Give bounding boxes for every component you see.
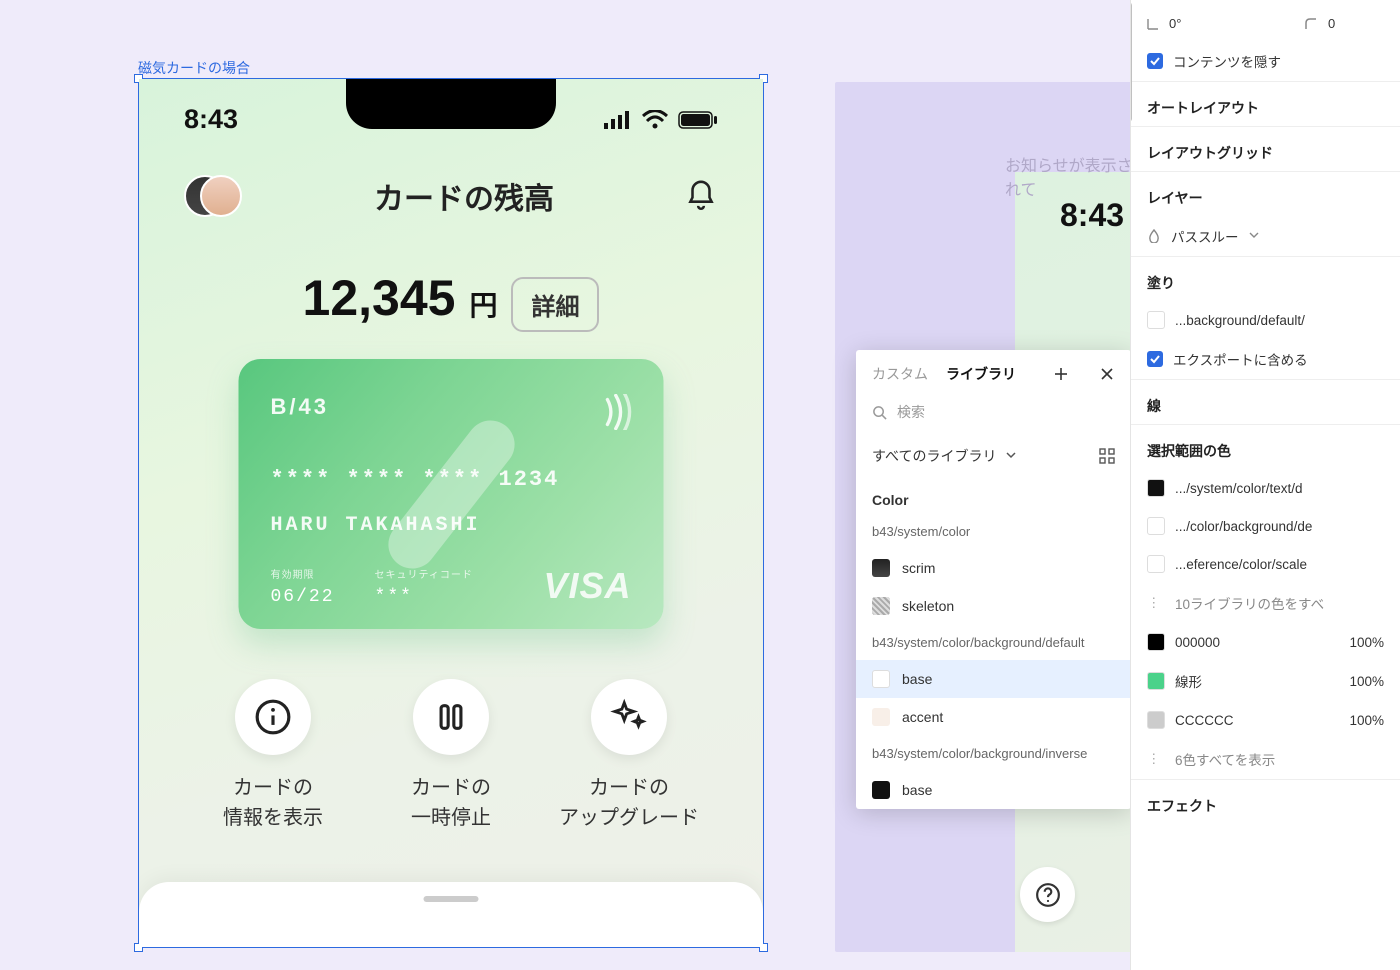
actions-row: カードの 情報を表示 カードの 一時停止 カードの アップグレード	[139, 679, 763, 833]
section-layer[interactable]: レイヤー	[1131, 171, 1400, 216]
lib-path-2: b43/system/color/background/default	[856, 625, 1131, 660]
library-popup[interactable]: カスタム ライブラリ 検索 すべてのライブラリ Color b43/system…	[856, 350, 1131, 809]
lib-item-base-inverse[interactable]: base	[856, 771, 1131, 809]
selcolor-1[interactable]: .../system/color/text/d	[1131, 469, 1400, 507]
page-title: カードの残高	[374, 174, 554, 218]
lib-item-base[interactable]: base	[856, 660, 1131, 698]
fill-row[interactable]: ...background/default/	[1131, 301, 1400, 339]
grid-icon[interactable]	[1099, 448, 1115, 464]
header-row: カードの残高	[139, 174, 763, 218]
status-time: 8:43	[184, 104, 238, 135]
sparkle-icon	[610, 698, 648, 736]
bell-icon[interactable]	[684, 179, 718, 213]
tab-custom[interactable]: カスタム	[872, 364, 928, 384]
card-brand: B/43	[271, 394, 632, 420]
section-layoutgrid[interactable]: レイアウトグリッド	[1131, 126, 1400, 171]
chevron-down-icon	[1006, 452, 1016, 460]
lib-item-skeleton[interactable]: skeleton	[856, 587, 1131, 625]
card-cvv: セキュリティコード ***	[375, 566, 473, 607]
balance-row: 12,345 円 詳細	[139, 269, 763, 332]
help-button[interactable]	[1020, 867, 1075, 922]
section-selection-colors[interactable]: 選択範囲の色	[1131, 424, 1400, 469]
phone-mockup: 8:43 カードの残高 12,345 円 詳細 B/43 **** **** *…	[139, 79, 763, 947]
panel-scrollbar[interactable]	[1130, 2, 1132, 122]
avatar-2	[200, 175, 242, 217]
blend-mode[interactable]: パススルー	[1131, 216, 1400, 256]
droplet-icon	[1147, 229, 1161, 243]
section-stroke[interactable]: 線	[1131, 379, 1400, 424]
info-icon	[254, 698, 292, 736]
selcolor-2[interactable]: .../color/background/de	[1131, 507, 1400, 545]
include-export-checkbox[interactable]	[1147, 351, 1163, 367]
raw-color-3[interactable]: CCCCCC100%	[1131, 701, 1400, 739]
clip-row[interactable]: コンテンツを隠す	[1131, 41, 1400, 81]
details-button[interactable]: 詳細	[511, 277, 599, 332]
bottom-sheet[interactable]	[139, 882, 763, 947]
avatar-group[interactable]	[184, 175, 244, 217]
balance-unit: 円	[469, 284, 497, 324]
section-effect[interactable]: エフェクト	[1131, 779, 1400, 824]
section-fill[interactable]: 塗り	[1131, 256, 1400, 301]
tab-library[interactable]: ライブラリ	[946, 364, 1016, 384]
properties-panel[interactable]: 0° 0 コンテンツを隠す オートレイアウト レイアウトグリッド レイヤー パス…	[1130, 0, 1400, 970]
battery-icon	[678, 111, 718, 129]
angle-icon	[1147, 18, 1159, 30]
transform-row: 0° 0	[1131, 0, 1400, 41]
status-icons	[604, 110, 718, 130]
card-number: **** **** **** 1234	[271, 467, 560, 492]
action-pause[interactable]: カードの 一時停止	[369, 679, 534, 833]
credit-card[interactable]: B/43 **** **** **** 1234 HARU TAKAHASHI …	[239, 359, 664, 629]
cellular-icon	[604, 111, 632, 129]
action-info[interactable]: カードの 情報を表示	[191, 679, 356, 833]
search-icon	[872, 405, 887, 420]
status-bar: 8:43	[139, 104, 763, 135]
status-time-2: 8:43	[1060, 197, 1124, 234]
search-placeholder: 検索	[897, 402, 925, 422]
clip-checkbox[interactable]	[1147, 53, 1163, 69]
selcolor-more[interactable]: ⋮10ライブラリの色をすべ	[1131, 583, 1400, 623]
lib-path-1: b43/system/color	[856, 514, 1131, 549]
library-search[interactable]: 検索	[856, 394, 1131, 436]
wifi-icon	[642, 110, 668, 130]
show-all-colors[interactable]: ⋮6色すべてを表示	[1131, 739, 1400, 779]
action-pause-label: カードの 一時停止	[369, 773, 534, 833]
card-network: VISA	[543, 565, 631, 607]
frame-1[interactable]: 8:43 カードの残高 12,345 円 詳細 B/43 **** **** *…	[138, 78, 764, 948]
contactless-icon	[604, 394, 634, 430]
action-upgrade-label: カードの アップグレード	[547, 773, 712, 833]
close-icon[interactable]	[1099, 366, 1115, 382]
question-icon	[1035, 882, 1061, 908]
section-autolayout[interactable]: オートレイアウト	[1131, 81, 1400, 126]
raw-color-2[interactable]: 線形100%	[1131, 661, 1400, 701]
fill-include-row[interactable]: エクスポートに含める	[1131, 339, 1400, 379]
lib-item-accent[interactable]: accent	[856, 698, 1131, 736]
lib-item-scrim[interactable]: scrim	[856, 549, 1131, 587]
corner-input[interactable]: 0	[1328, 16, 1384, 31]
selcolor-3[interactable]: ...eference/color/scale	[1131, 545, 1400, 583]
frame-label-1[interactable]: 磁気カードの場合	[138, 58, 250, 78]
corner-icon	[1304, 17, 1318, 31]
card-holder: HARU TAKAHASHI	[271, 514, 481, 537]
balance-amount: 12,345	[303, 269, 456, 327]
plus-icon[interactable]	[1053, 366, 1069, 382]
lib-path-3: b43/system/color/background/inverse	[856, 736, 1131, 771]
rotation-input[interactable]: 0°	[1169, 16, 1225, 31]
pause-icon	[434, 700, 468, 734]
action-info-label: カードの 情報を表示	[191, 773, 356, 833]
lib-section-color: Color	[856, 476, 1131, 514]
chevron-down-icon	[1249, 232, 1259, 240]
action-upgrade[interactable]: カードの アップグレード	[547, 679, 712, 833]
library-filter[interactable]: すべてのライブラリ	[856, 436, 1131, 476]
card-expiry: 有効期限 06/22	[271, 566, 335, 607]
notice-text: お知らせが表示されて	[1005, 152, 1135, 200]
raw-color-1[interactable]: 000000100%	[1131, 623, 1400, 661]
